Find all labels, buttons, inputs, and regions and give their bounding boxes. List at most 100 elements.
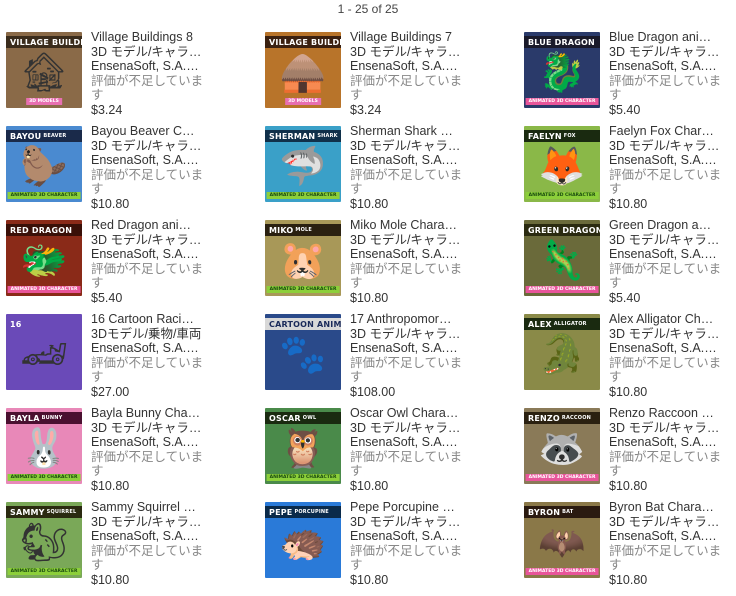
product-title-link[interactable]: Green Dragon a… xyxy=(609,218,725,233)
product-thumbnail[interactable]: VILLAGE BUILDINGS 08 🏚 3D MODELS xyxy=(6,32,82,108)
product-card[interactable]: PEPE PORCUPINE 🦔 Pepe Porcupine … 3D モデル… xyxy=(265,500,524,596)
product-author[interactable]: EnsenaSoft, S.A.… xyxy=(350,153,466,168)
product-title-link[interactable]: Red Dragon ani… xyxy=(91,218,207,233)
product-author[interactable]: EnsenaSoft, S.A.… xyxy=(91,529,207,544)
product-thumbnail[interactable]: 16 🏎 xyxy=(6,314,82,390)
product-category[interactable]: 3D モデル/キャラ… xyxy=(609,327,725,342)
product-title-link[interactable]: Renzo Raccoon … xyxy=(609,406,725,421)
product-author[interactable]: EnsenaSoft, S.A.… xyxy=(609,341,725,356)
product-card[interactable]: MIKO MOLE 🐹 ANIMATED 3D CHARACTER Miko M… xyxy=(265,218,524,314)
product-category[interactable]: 3D モデル/キャラ… xyxy=(609,139,725,154)
product-card[interactable]: BYRON BAT 🦇 ANIMATED 3D CHARACTER Byron … xyxy=(524,500,736,596)
product-author[interactable]: EnsenaSoft, S.A.… xyxy=(609,529,725,544)
product-card[interactable]: VILLAGE BUILDINGS 08 🏚 3D MODELS Village… xyxy=(6,30,265,126)
thumbnail-subtitle: PORCUPINE xyxy=(294,509,329,515)
product-thumbnail[interactable]: SAMMY SQUIRREL 🐿 ANIMATED 3D CHARACTER xyxy=(6,502,82,578)
product-thumbnail[interactable]: SHERMAN SHARK 🦈 ANIMATED 3D CHARACTER xyxy=(265,126,341,202)
product-card[interactable]: VILLAGE BUILDINGS 07 🛖 3D MODELS Village… xyxy=(265,30,524,126)
product-author[interactable]: EnsenaSoft, S.A.… xyxy=(91,59,207,74)
product-category[interactable]: 3D モデル/キャラ… xyxy=(609,515,725,530)
squirrel-icon: 🐿 xyxy=(19,522,69,565)
product-category[interactable]: 3D モデル/キャラ… xyxy=(350,45,466,60)
product-title-link[interactable]: Village Buildings 7 xyxy=(350,30,466,45)
product-card[interactable]: ALEX ALLIGATOR 🐊 Alex Alligator Ch… 3D モ… xyxy=(524,312,736,408)
thumbnail-badge: ANIMATED 3D CHARACTER xyxy=(525,192,599,199)
product-title-link[interactable]: Sherman Shark … xyxy=(350,124,466,139)
product-author[interactable]: EnsenaSoft, S.A.… xyxy=(91,341,207,356)
product-thumbnail[interactable]: BLUE DRAGON 🐉 ANIMATED 3D CHARACTER xyxy=(524,32,600,108)
product-thumbnail[interactable]: FAELYN FOX 🦊 ANIMATED 3D CHARACTER xyxy=(524,126,600,202)
product-category[interactable]: 3D モデル/キャラ… xyxy=(350,515,466,530)
thumbnail-badge: ANIMATED 3D CHARACTER xyxy=(266,286,340,293)
product-category[interactable]: 3D モデル/キャラ… xyxy=(350,327,466,342)
product-title-link[interactable]: Alex Alligator Ch… xyxy=(609,312,725,327)
product-author[interactable]: EnsenaSoft, S.A.… xyxy=(350,247,466,262)
product-category[interactable]: 3Dモデル/乗物/車両 xyxy=(91,327,207,342)
product-title-link[interactable]: 16 Cartoon Raci… xyxy=(91,312,207,327)
product-title-link[interactable]: Miko Mole Chara… xyxy=(350,218,466,233)
porcupine-icon: 🦔 xyxy=(279,522,327,565)
product-card[interactable]: SHERMAN SHARK 🦈 ANIMATED 3D CHARACTER Sh… xyxy=(265,124,524,220)
product-category[interactable]: 3D モデル/キャラ… xyxy=(350,421,466,436)
product-category[interactable]: 3D モデル/キャラ… xyxy=(609,233,725,248)
product-thumbnail[interactable]: OSCAR OWL 🦉 ANIMATED 3D CHARACTER xyxy=(265,408,341,484)
product-card[interactable]: BAYLA BUNNY 🐰 ANIMATED 3D CHARACTER Bayl… xyxy=(6,406,265,502)
product-category[interactable]: 3D モデル/キャラ… xyxy=(91,515,207,530)
product-thumbnail[interactable]: CARTOON ANIMALS 🐾 xyxy=(265,314,341,390)
product-card[interactable]: BAYOU BEAVER 🦫 ANIMATED 3D CHARACTER Bay… xyxy=(6,124,265,220)
product-card[interactable]: SAMMY SQUIRREL 🐿 ANIMATED 3D CHARACTER S… xyxy=(6,500,265,596)
product-author[interactable]: EnsenaSoft, S.A.… xyxy=(609,59,725,74)
product-category[interactable]: 3D モデル/キャラ… xyxy=(91,139,207,154)
product-card[interactable]: 16 🏎 16 Cartoon Raci… 3Dモデル/乗物/車両 Ensena… xyxy=(6,312,265,408)
product-card[interactable]: RENZO RACCOON 🦝 ANIMATED 3D CHARACTER Re… xyxy=(524,406,736,502)
product-category[interactable]: 3D モデル/キャラ… xyxy=(91,45,207,60)
product-title-link[interactable]: Pepe Porcupine … xyxy=(350,500,466,515)
thumbnail-title-band: PEPE PORCUPINE xyxy=(265,506,341,518)
product-card[interactable]: RED DRAGON 🐲 ANIMATED 3D CHARACTER Red D… xyxy=(6,218,265,314)
product-author[interactable]: EnsenaSoft, S.A.… xyxy=(350,529,466,544)
product-author[interactable]: EnsenaSoft, S.A.… xyxy=(350,435,466,450)
product-thumbnail[interactable]: VILLAGE BUILDINGS 07 🛖 3D MODELS xyxy=(265,32,341,108)
product-thumbnail[interactable]: PEPE PORCUPINE 🦔 xyxy=(265,502,341,578)
product-author[interactable]: EnsenaSoft, S.A.… xyxy=(609,247,725,262)
house-icon: 🛖 xyxy=(279,52,327,95)
product-thumbnail[interactable]: RENZO RACCOON 🦝 ANIMATED 3D CHARACTER xyxy=(524,408,600,484)
product-category[interactable]: 3D モデル/キャラ… xyxy=(350,139,466,154)
product-category[interactable]: 3D モデル/キャラ… xyxy=(609,421,725,436)
product-title-link[interactable]: Byron Bat Chara… xyxy=(609,500,725,515)
product-thumbnail[interactable]: MIKO MOLE 🐹 ANIMATED 3D CHARACTER xyxy=(265,220,341,296)
product-title-link[interactable]: Oscar Owl Chara… xyxy=(350,406,466,421)
product-card[interactable]: CARTOON ANIMALS 🐾 17 Anthropomor… 3D モデル… xyxy=(265,312,524,408)
thumbnail-title: PEPE xyxy=(269,507,293,517)
product-card[interactable]: OSCAR OWL 🦉 ANIMATED 3D CHARACTER Oscar … xyxy=(265,406,524,502)
product-thumbnail[interactable]: RED DRAGON 🐲 ANIMATED 3D CHARACTER xyxy=(6,220,82,296)
product-title-link[interactable]: Blue Dragon ani… xyxy=(609,30,725,45)
product-author[interactable]: EnsenaSoft, S.A.… xyxy=(350,341,466,356)
product-card[interactable]: FAELYN FOX 🦊 ANIMATED 3D CHARACTER Faely… xyxy=(524,124,736,220)
product-thumbnail[interactable]: BAYOU BEAVER 🦫 ANIMATED 3D CHARACTER xyxy=(6,126,82,202)
product-thumbnail[interactable]: ALEX ALLIGATOR 🐊 xyxy=(524,314,600,390)
product-thumbnail[interactable]: GREEN DRAGON 🦎 ANIMATED 3D CHARACTER xyxy=(524,220,600,296)
product-card[interactable]: GREEN DRAGON 🦎 ANIMATED 3D CHARACTER Gre… xyxy=(524,218,736,314)
product-category[interactable]: 3D モデル/キャラ… xyxy=(91,421,207,436)
product-title-link[interactable]: Faelyn Fox Char… xyxy=(609,124,725,139)
product-author[interactable]: EnsenaSoft, S.A.… xyxy=(91,435,207,450)
product-card[interactable]: BLUE DRAGON 🐉 ANIMATED 3D CHARACTER Blue… xyxy=(524,30,736,126)
product-author[interactable]: EnsenaSoft, S.A.… xyxy=(91,247,207,262)
product-title-link[interactable]: Bayou Beaver C… xyxy=(91,124,207,139)
product-author[interactable]: EnsenaSoft, S.A.… xyxy=(350,59,466,74)
product-category[interactable]: 3D モデル/キャラ… xyxy=(609,45,725,60)
product-author[interactable]: EnsenaSoft, S.A.… xyxy=(91,153,207,168)
product-thumbnail[interactable]: BYRON BAT 🦇 ANIMATED 3D CHARACTER xyxy=(524,502,600,578)
thumbnail-title-band: RENZO RACCOON xyxy=(524,412,600,424)
product-title-link[interactable]: 17 Anthropomor… xyxy=(350,312,466,327)
product-rating: 評価が不足しています xyxy=(609,355,722,385)
product-author[interactable]: EnsenaSoft, S.A.… xyxy=(609,435,725,450)
product-title-link[interactable]: Bayla Bunny Cha… xyxy=(91,406,207,421)
product-category[interactable]: 3D モデル/キャラ… xyxy=(350,233,466,248)
product-title-link[interactable]: Village Buildings 8 xyxy=(91,30,207,45)
product-title-link[interactable]: Sammy Squirrel … xyxy=(91,500,207,515)
product-author[interactable]: EnsenaSoft, S.A.… xyxy=(609,153,725,168)
product-category[interactable]: 3D モデル/キャラ… xyxy=(91,233,207,248)
product-thumbnail[interactable]: BAYLA BUNNY 🐰 ANIMATED 3D CHARACTER xyxy=(6,408,82,484)
